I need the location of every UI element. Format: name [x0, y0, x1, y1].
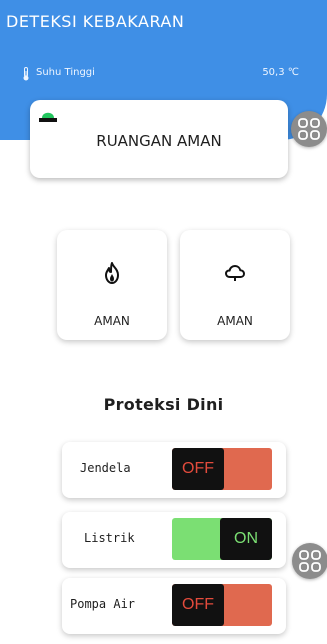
grid-menu-button-bottom[interactable] — [292, 543, 327, 579]
temperature-label: Suhu Tinggi — [36, 67, 95, 78]
water-pump-toggle[interactable]: OFF — [172, 584, 272, 626]
window-control-label: Jendela — [80, 461, 131, 475]
electricity-toggle[interactable]: ON — [172, 518, 272, 560]
fire-sensor-card[interactable]: AMAN — [57, 230, 167, 340]
smoke-sensor-card[interactable]: AMAN — [180, 230, 290, 340]
room-status-text: RUANGAN AMAN — [96, 132, 222, 150]
water-pump-toggle-state: OFF — [172, 584, 224, 626]
temperature-row: Suhu Tinggi 50,3 ℃ — [0, 66, 327, 82]
electricity-toggle-state: ON — [220, 518, 272, 560]
water-pump-control-row: Pompa Air OFF — [62, 578, 286, 634]
electricity-control-label: Listrik — [84, 531, 135, 545]
fire-icon — [105, 262, 119, 284]
grid-menu-button[interactable] — [291, 111, 327, 147]
window-toggle[interactable]: OFF — [172, 448, 272, 490]
window-toggle-state: OFF — [172, 448, 224, 490]
fire-sensor-status: AMAN — [94, 314, 130, 328]
grid-menu-icon — [299, 550, 321, 572]
window-control-row: Jendela OFF — [62, 442, 286, 498]
temperature-value: 50,3 ℃ — [262, 67, 299, 78]
room-status-card: RUANGAN AMAN — [30, 100, 288, 178]
grid-menu-icon — [298, 118, 320, 140]
water-pump-control-label: Pompa Air — [70, 597, 136, 611]
app-title: DETEKSI KEBAKARAN — [6, 12, 185, 31]
thermometer-icon — [23, 67, 29, 81]
electricity-control-row: Listrik ON — [62, 512, 286, 568]
alarm-light-icon — [39, 112, 57, 122]
section-title: Proteksi Dini — [103, 395, 224, 414]
cloud-icon — [225, 265, 245, 281]
smoke-sensor-status: AMAN — [217, 314, 253, 328]
